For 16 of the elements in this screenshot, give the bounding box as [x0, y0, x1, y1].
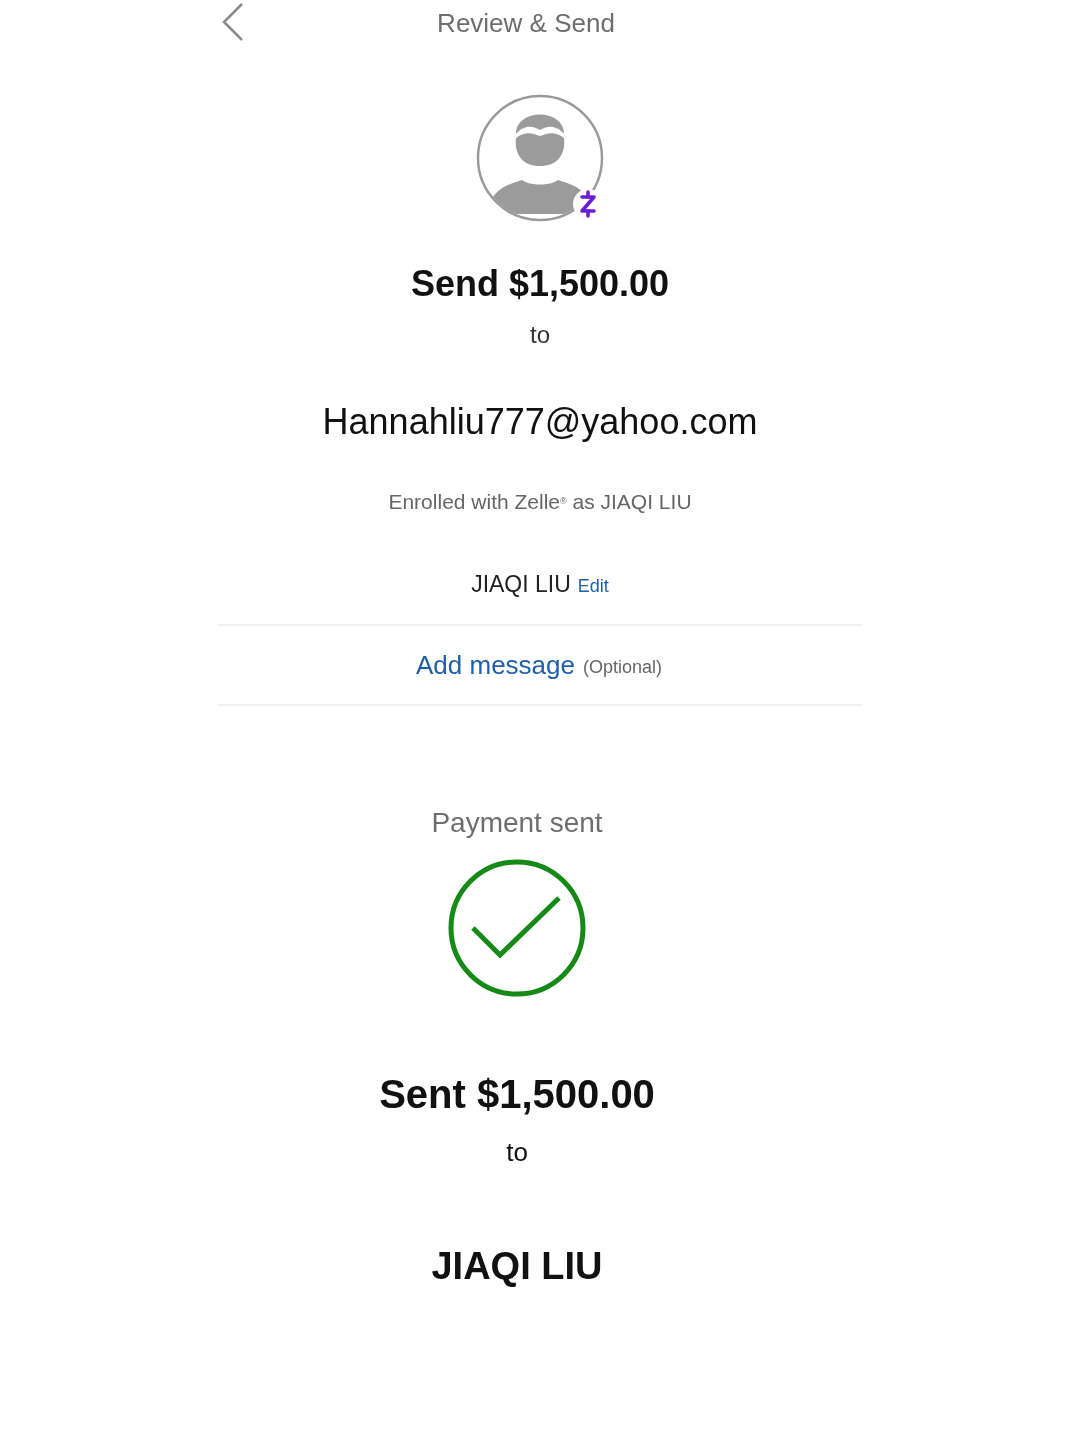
add-message-link[interactable]: Add message [416, 649, 575, 681]
sent-amount-heading: Sent $1,500.00 [379, 1071, 655, 1118]
recipient-name: JIAQI LIU [471, 571, 571, 598]
edit-link[interactable]: Edit [577, 576, 609, 597]
back-button[interactable] [220, 2, 246, 42]
payment-status-text: Payment sent [431, 806, 603, 840]
person-avatar-icon [476, 94, 604, 222]
screen-title: Review & Send [437, 7, 615, 39]
to-label: to [506, 1136, 528, 1168]
optional-hint: (Optional) [582, 656, 662, 678]
recipient-name-heading: JIAQI LIU [431, 1244, 603, 1288]
enrollment-note: Enrolled with Zelle$^{®}$ as JIAQI LIU [388, 489, 692, 515]
checkmark-circle-icon [447, 858, 587, 998]
recipient-email: Hannahliu777@yahoo.com [322, 400, 758, 444]
send-amount-heading: Send $1,500.00 [410, 262, 670, 306]
to-label: to [530, 320, 550, 350]
